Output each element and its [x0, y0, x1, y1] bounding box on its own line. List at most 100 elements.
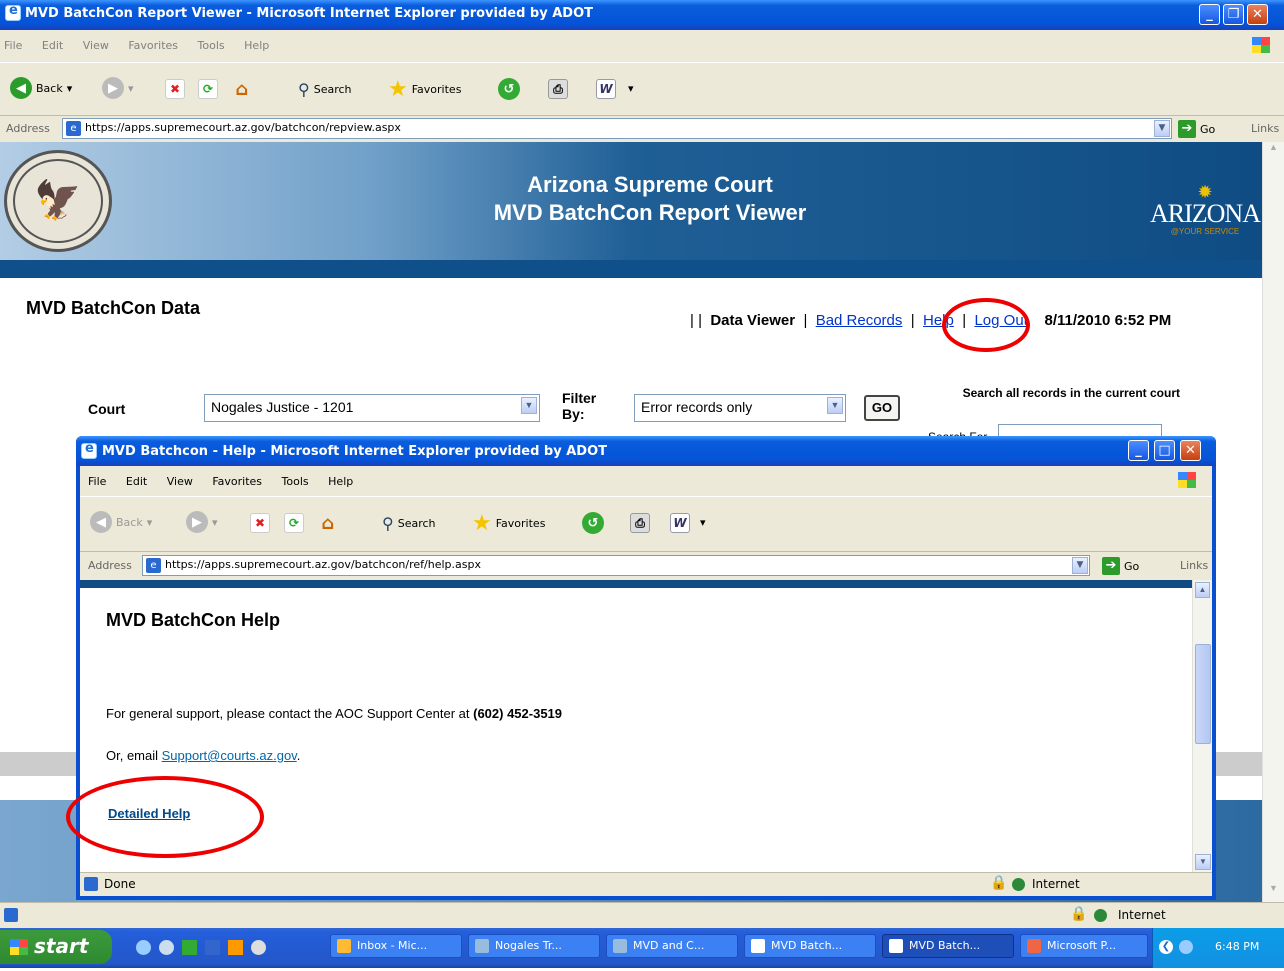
popup-scrollbar[interactable]: ▲ ▼: [1192, 580, 1212, 872]
court-select[interactable]: Nogales Justice - 1201 ▼: [204, 394, 540, 422]
word-icon[interactable]: W: [670, 513, 690, 533]
globe-icon: [1094, 909, 1107, 922]
task-button-nogales[interactable]: Nogales Tr...: [468, 934, 600, 958]
scroll-up-icon[interactable]: ▲: [1263, 142, 1284, 159]
popup-maximize-button[interactable]: □: [1154, 440, 1175, 461]
court-label: Court: [88, 401, 126, 417]
support-line: For general support, please contact the …: [106, 706, 562, 721]
start-label: start: [34, 934, 89, 958]
scroll-down-icon[interactable]: ▼: [1263, 883, 1284, 900]
task-button-mvd-batch-2[interactable]: MVD Batch...: [882, 934, 1014, 958]
start-button[interactable]: start: [0, 930, 112, 964]
popup-search-button[interactable]: ⚲ Search: [382, 514, 436, 533]
globe-icon: [1012, 878, 1025, 891]
refresh-icon[interactable]: ⟳: [198, 79, 218, 99]
filter-select[interactable]: Error records only ▼: [634, 394, 846, 422]
chevron-down-icon: ▾: [66, 81, 73, 95]
word-icon[interactable]: W: [596, 79, 616, 99]
tray-arrow-icon[interactable]: ❮: [1159, 940, 1173, 954]
minimize-button[interactable]: _: [1199, 4, 1220, 25]
menu-file[interactable]: File: [4, 39, 22, 52]
email-line: Or, email Support@courts.az.gov.: [106, 748, 300, 763]
ie-quicklaunch-icon[interactable]: [136, 940, 151, 955]
popup-favorites-button[interactable]: ★ Favorites: [472, 511, 545, 536]
menu-help[interactable]: Help: [244, 39, 269, 52]
popup-menu-tools[interactable]: Tools: [282, 475, 309, 488]
scroll-down-icon[interactable]: ▼: [1195, 854, 1211, 870]
menu-tools[interactable]: Tools: [198, 39, 225, 52]
restore-button[interactable]: ❐: [1223, 4, 1244, 25]
support-email-link[interactable]: Support@courts.az.gov: [162, 748, 297, 763]
nav-bad-records-link[interactable]: Bad Records: [816, 312, 903, 329]
search-button[interactable]: ⚲ Search: [298, 80, 352, 99]
back-button[interactable]: ◀ Back ▾: [10, 77, 72, 99]
menu-view[interactable]: View: [83, 39, 109, 52]
excel-quicklaunch-icon[interactable]: [182, 940, 197, 955]
chevron-down-icon[interactable]: ▾: [700, 516, 706, 529]
popup-window-title: MVD Batchcon - Help - Microsoft Internet…: [102, 444, 608, 459]
popup-minimize-button[interactable]: _: [1128, 440, 1149, 461]
detailed-help-highlight-ellipse: [66, 776, 264, 858]
stop-icon[interactable]: ✖: [165, 79, 185, 99]
stop-icon[interactable]: ✖: [250, 513, 270, 533]
task-button-inbox[interactable]: Inbox - Mic...: [330, 934, 462, 958]
print-icon[interactable]: ⎙: [630, 513, 650, 533]
favorites-button[interactable]: ★ Favorites: [388, 77, 461, 102]
chevron-down-icon[interactable]: ▼: [1072, 557, 1088, 574]
outer-status-bar: 🔒 Internet: [0, 902, 1284, 928]
popup-links-label[interactable]: Links: [1180, 559, 1208, 572]
popup-menu-help[interactable]: Help: [328, 475, 353, 488]
links-label[interactable]: Links: [1251, 122, 1279, 135]
scroll-thumb[interactable]: [1195, 644, 1211, 744]
email-prefix: Or, email: [106, 748, 162, 763]
chevron-down-icon: ▾: [212, 515, 218, 529]
outlook-quicklaunch-icon[interactable]: [228, 940, 243, 955]
popup-status-zone: Internet: [1032, 877, 1080, 891]
address-input[interactable]: e https://apps.supremecourt.az.gov/batch…: [62, 118, 1172, 139]
tray-network-icon[interactable]: [1179, 940, 1193, 954]
popup-close-button[interactable]: ✕: [1180, 440, 1201, 461]
print-icon[interactable]: ⎙: [548, 79, 568, 99]
site-banner: 🦅 Arizona Supreme Court MVD BatchCon Rep…: [0, 142, 1262, 260]
popup-address-input[interactable]: e https://apps.supremecourt.az.gov/batch…: [142, 555, 1090, 576]
close-button[interactable]: ✕: [1247, 4, 1268, 25]
menu-edit[interactable]: Edit: [42, 39, 63, 52]
media-quicklaunch-icon[interactable]: [251, 940, 266, 955]
popup-forward-button[interactable]: ▶ ▾: [186, 511, 218, 533]
chevron-down-icon[interactable]: ▾: [628, 82, 634, 95]
go-button[interactable]: ➔ Go: [1178, 120, 1215, 138]
chevron-down-icon: ▾: [146, 515, 153, 529]
clock: 6:48 PM: [1215, 940, 1260, 953]
home-icon[interactable]: ⌂: [318, 513, 338, 534]
chevron-down-icon[interactable]: ▼: [1154, 120, 1170, 137]
popup-menu-view[interactable]: View: [167, 475, 193, 488]
popup-back-button[interactable]: ◀ Back ▾: [90, 511, 152, 533]
refresh-icon[interactable]: ⟳: [284, 513, 304, 533]
banner-line2: MVD BatchCon Report Viewer: [493, 200, 807, 225]
chevron-down-icon[interactable]: ▼: [521, 397, 537, 414]
popup-go-button[interactable]: ➔ Go: [1102, 557, 1139, 575]
popup-back-label: Back: [116, 515, 143, 529]
menu-favorites[interactable]: Favorites: [128, 39, 178, 52]
home-icon[interactable]: ⌂: [232, 79, 252, 100]
court-select-value: Nogales Justice - 1201: [211, 399, 354, 415]
history-icon[interactable]: ↺: [498, 78, 520, 100]
task-button-microsoft-p[interactable]: Microsoft P...: [1020, 934, 1148, 958]
history-icon[interactable]: ↺: [582, 512, 604, 534]
popup-address-label: Address: [88, 559, 132, 572]
filter-go-button[interactable]: GO: [864, 395, 900, 421]
task-button-mvd-batch-1[interactable]: MVD Batch...: [744, 934, 876, 958]
page-icon: e: [146, 558, 161, 573]
go-arrow-icon: ➔: [1102, 557, 1120, 575]
forward-button[interactable]: ▶ ▾: [102, 77, 134, 99]
task-button-mvd-and[interactable]: MVD and C...: [606, 934, 738, 958]
scroll-up-icon[interactable]: ▲: [1195, 582, 1210, 598]
popup-menu-favorites[interactable]: Favorites: [212, 475, 262, 488]
popup-menu-edit[interactable]: Edit: [126, 475, 147, 488]
ie-alt-quicklaunch-icon[interactable]: [159, 940, 174, 955]
ie-icon: [889, 939, 903, 953]
outer-scrollbar[interactable]: ▲ ▼: [1262, 142, 1284, 902]
chevron-down-icon[interactable]: ▼: [827, 397, 843, 414]
word-quicklaunch-icon[interactable]: [205, 940, 220, 955]
popup-menu-file[interactable]: File: [88, 475, 106, 488]
